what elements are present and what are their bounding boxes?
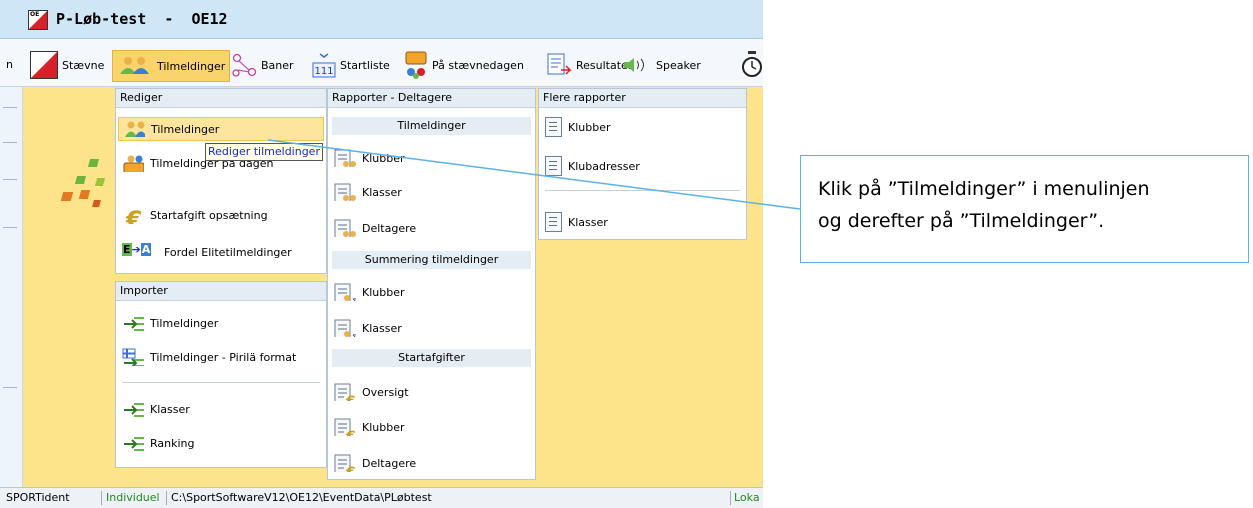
callout-line-1: Klik på ”Tilmeldinger” i menulinjen: [818, 178, 1150, 200]
instruction-callout: Klik på ”Tilmeldinger” i menulinjen og d…: [800, 155, 1249, 263]
callout-line-2: og derefter på ”Tilmeldinger”.: [818, 210, 1105, 232]
